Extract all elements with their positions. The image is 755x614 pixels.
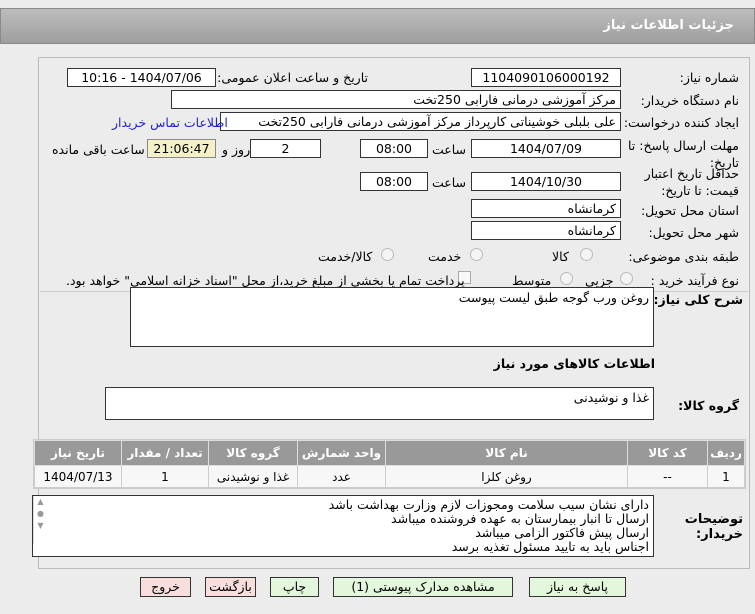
- deadline-time-label: ساعت: [432, 142, 467, 157]
- process-medium-radio[interactable]: [560, 272, 573, 285]
- cell-date: 1404/07/13: [34, 465, 122, 488]
- print-button[interactable]: چاپ: [270, 577, 319, 597]
- buyer-org-field[interactable]: مرکز آموزشی درمانی فارابی 250تخت: [171, 90, 621, 109]
- process-minor-radio[interactable]: [620, 272, 633, 285]
- note-line: ارسال پیش فاکتور الزامی میباشد: [475, 525, 649, 540]
- table-row: 1 -- روغن کلزا عدد غذا و نوشیدنی 1 1404/…: [34, 465, 745, 488]
- col-unit: واحد شمارش: [297, 440, 386, 466]
- goods-heading: اطلاعات کالاهای مورد نیاز: [493, 356, 655, 371]
- reply-button[interactable]: پاسخ به نیاز: [529, 577, 626, 597]
- city-label: شهر محل تحویل:: [648, 225, 739, 240]
- note-line: ارسال تا انبار بیمارستان به عهده فروشنده…: [391, 511, 649, 526]
- summary-textarea[interactable]: روغن ورب گوجه طبق لیست پیوست: [130, 287, 654, 347]
- announce-label: تاریخ و ساعت اعلان عمومی:: [217, 70, 368, 85]
- back-button[interactable]: بازگشت: [205, 577, 256, 597]
- goods-group-textarea[interactable]: غذا و نوشیدنی: [105, 387, 654, 420]
- validity-label: حداقل تاریخ اعتبار قیمت: تا تاریخ:: [644, 166, 739, 198]
- need-number-label: شماره نیاز:: [679, 70, 739, 85]
- col-row: ردیف: [707, 440, 745, 466]
- cell-name: روغن کلزا: [385, 465, 628, 488]
- province-field[interactable]: کرمانشاه: [471, 199, 621, 218]
- province-label: استان محل تحویل:: [640, 203, 739, 218]
- process-medium-label: متوسط: [512, 273, 552, 288]
- category-service-radio[interactable]: [470, 248, 483, 261]
- remaining-label: ساعت باقی مانده: [52, 142, 145, 157]
- goods-table: ردیف کد کالا نام کالا واحد شمارش گروه کا…: [33, 439, 746, 489]
- remaining-timer: 21:06:47: [147, 139, 216, 158]
- summary-label: شرح کلی نیاز:: [653, 292, 743, 307]
- process-minor-label: جزیی: [585, 273, 614, 288]
- process-label: نوع فرآیند خرید :: [650, 273, 739, 288]
- cell-qty: 1: [121, 465, 209, 488]
- category-goods-radio[interactable]: [580, 248, 593, 261]
- view-attachments-button[interactable]: مشاهده مدارک پیوستی (1): [333, 577, 513, 597]
- col-group: گروه کالا: [208, 440, 298, 466]
- deadline-date-field[interactable]: 1404/07/09: [471, 139, 621, 158]
- validity-date-field[interactable]: 1404/10/30: [471, 172, 621, 191]
- note-line: دارای نشان سیب سلامت ومجوزات لازم وزارت …: [328, 497, 649, 512]
- category-service-label: خدمت: [428, 249, 462, 264]
- need-number-field[interactable]: 1104090106000192: [471, 68, 621, 87]
- city-field[interactable]: کرمانشاه: [471, 221, 621, 240]
- table-header-row: ردیف کد کالا نام کالا واحد شمارش گروه کا…: [34, 440, 745, 466]
- notes-label: توضیحات خریدار:: [684, 512, 743, 542]
- page-header: جزئیات اطلاعات نیاز: [0, 8, 755, 44]
- days-label: روز و: [222, 142, 251, 157]
- cell-group: غذا و نوشیدنی: [208, 465, 298, 488]
- notes-scrollbar[interactable]: ▲ ● ▼: [33, 496, 47, 544]
- col-name: نام کالا: [385, 440, 628, 466]
- announce-field[interactable]: 1404/07/06 - 10:16: [67, 68, 216, 87]
- exit-button[interactable]: خروج: [140, 577, 191, 597]
- note-line: اجناس باید به تایید مسئول تغذیه برسد: [451, 539, 649, 554]
- cell-unit: عدد: [297, 465, 386, 488]
- category-label: طبقه بندی موضوعی:: [628, 249, 739, 264]
- page-title: جزئیات اطلاعات نیاز: [603, 18, 734, 33]
- buyer-org-label: نام دستگاه خریدار:: [640, 93, 739, 108]
- col-date: تاریخ نیاز: [34, 440, 122, 466]
- category-both-label: کالا/خدمت: [318, 249, 373, 264]
- goods-group-label: گروه کالا:: [678, 398, 739, 413]
- validity-time-field[interactable]: 08:00: [360, 172, 428, 191]
- category-goods-label: کالا: [552, 249, 569, 264]
- days-field: 2: [250, 139, 321, 158]
- creator-label: ایجاد کننده درخواست:: [623, 115, 739, 130]
- col-qty: تعداد / مقدار: [121, 440, 209, 466]
- creator-field[interactable]: علی بلبلی خوشیناتی کارپرداز مرکز آموزشی …: [220, 112, 621, 131]
- notes-textarea[interactable]: دارای نشان سیب سلامت ومجوزات لازم وزارت …: [32, 495, 654, 557]
- treasury-payment-note: پرداخت تمام یا بخشی از مبلغ خرید،از محل …: [66, 273, 465, 288]
- buyer-contact-link[interactable]: اطلاعات تماس خریدار: [112, 115, 228, 130]
- cell-code: --: [627, 465, 708, 488]
- category-both-radio[interactable]: [381, 248, 394, 261]
- cell-row: 1: [707, 465, 745, 488]
- validity-time-label: ساعت: [432, 175, 467, 190]
- col-code: کد کالا: [627, 440, 708, 466]
- deadline-time-field[interactable]: 08:00: [360, 139, 428, 158]
